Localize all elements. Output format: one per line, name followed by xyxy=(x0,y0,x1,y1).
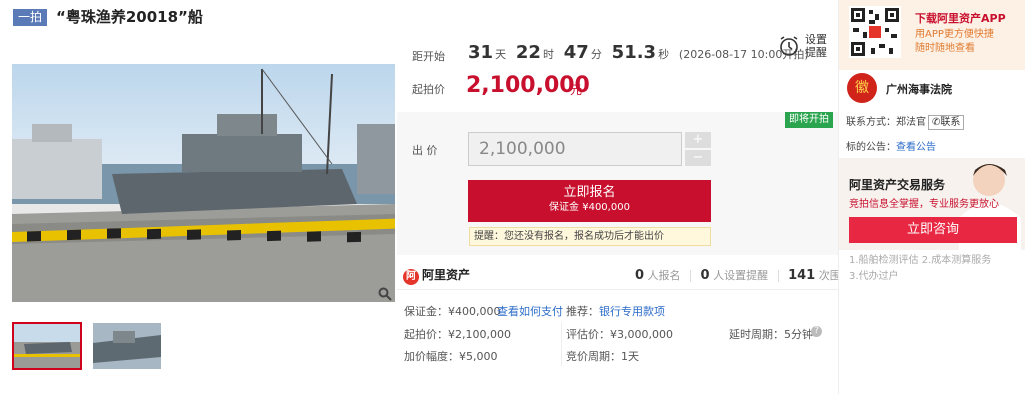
signup-button[interactable]: 立即报名 保证金 ¥400,000 xyxy=(468,180,711,222)
service-subtitle: 竞拍信息全掌握，专业服务更放心 xyxy=(849,199,999,210)
seconds-unit: 秒 xyxy=(658,48,670,61)
notice-label: 标的公告： xyxy=(846,142,896,153)
countdown-hours: 22 xyxy=(515,42,541,63)
app-promo-line1: 用APP更方便快捷 xyxy=(915,29,994,40)
platform-name: 阿里资产 xyxy=(422,268,471,282)
increment-info: 加价幅度：¥5,000 xyxy=(404,350,498,363)
signup-label: 立即报名 xyxy=(563,185,616,200)
view-notice-link[interactable]: 查看公告 xyxy=(896,142,936,153)
service-items-line1: 1.船舶检测评估 2.成本测算服务 xyxy=(849,255,992,266)
main-ship-photo[interactable] xyxy=(12,64,395,302)
countdown-label: 距开始 xyxy=(412,50,445,63)
reminder-line2: 提醒 xyxy=(805,46,827,59)
alarm-clock-icon[interactable] xyxy=(778,35,800,60)
search-icon[interactable] xyxy=(378,287,392,301)
start-price-label: 起拍价 xyxy=(412,83,445,96)
service-items-line2: 3.代办过户 xyxy=(849,271,899,282)
auction-summary xyxy=(397,28,839,112)
status-badge: 即将开拍 xyxy=(785,112,833,128)
bank-payment-link[interactable]: 银行专用款项 xyxy=(599,303,665,319)
countdown-seconds: 51.3 xyxy=(611,42,657,63)
registered-count: 0 xyxy=(635,268,645,283)
deposit-info: 保证金：¥400,000 xyxy=(404,305,501,318)
thumbnail-2[interactable] xyxy=(92,322,162,370)
start-price-unit: 元 xyxy=(570,83,583,97)
appraisal-info: 评估价：¥3,000,000 xyxy=(566,328,673,341)
days-unit: 天 xyxy=(495,48,507,61)
set-reminder-button[interactable]: 设置 提醒 xyxy=(805,33,827,59)
signup-tip: 提醒：您还没有报名，报名成功后才能出价 xyxy=(469,227,711,246)
app-promo-text: 用APP更方便快捷 随时随地查看 xyxy=(915,28,994,56)
court-name[interactable]: 广州海事法院 xyxy=(886,81,952,97)
notice-row: 标的公告：查看公告 xyxy=(846,138,936,153)
auction-round-tag: 一拍 xyxy=(13,9,48,26)
countdown-days: 31 xyxy=(468,42,494,63)
increase-bid-button[interactable]: + xyxy=(685,132,711,148)
recommend-label: 推荐： xyxy=(566,305,599,318)
how-to-pay-link[interactable]: 查看如何支付 xyxy=(497,303,563,319)
reminders-label: 人设置提醒 xyxy=(713,269,769,282)
divider xyxy=(397,289,838,290)
start-price-info: 起拍价：¥2,100,000 xyxy=(404,328,511,341)
views-count: 141 xyxy=(788,268,816,283)
countdown-minutes: 47 xyxy=(563,42,589,63)
reminder-line1: 设置 xyxy=(805,33,827,46)
platform-logo: 阿阿里资产 xyxy=(403,266,470,285)
court-emblem-icon: 徽 xyxy=(847,73,877,103)
countdown-timer: 31 天 22 时 47 分 51.3 秒 (2026-08-17 10:00开拍) xyxy=(468,42,809,63)
divider xyxy=(561,322,562,366)
service-title: 阿里资产交易服务 xyxy=(849,178,946,192)
app-promo-line2: 随时随地查看 xyxy=(915,43,975,54)
minutes-unit: 分 xyxy=(590,48,602,61)
decrease-bid-button[interactable]: − xyxy=(685,150,711,166)
consult-button[interactable]: 立即咨询 xyxy=(849,217,1017,243)
app-promo-title: 下载阿里资产APP xyxy=(915,12,1006,25)
reminders-count: 0 xyxy=(700,268,710,283)
contact-button[interactable]: ✆联系 xyxy=(928,115,965,130)
contact-label: 联系方式：郑法官 xyxy=(846,117,926,128)
contact-row: 联系方式：郑法官 ✆联系 xyxy=(846,113,965,130)
delay-period-info: 延时周期：5分钟 xyxy=(729,328,813,341)
platform-logo-icon: 阿 xyxy=(403,269,419,285)
bid-period-info: 竞价周期：1天 xyxy=(566,350,639,363)
bid-label: 出 价 xyxy=(412,144,438,157)
qr-code-icon xyxy=(849,6,901,58)
page-title: “粤珠渔养20018”船 xyxy=(56,8,203,26)
thumbnail-1[interactable] xyxy=(12,322,82,370)
bid-amount-input[interactable]: 2,100,000 xyxy=(468,132,682,166)
contact-button-label: 联系 xyxy=(940,117,961,128)
question-icon[interactable]: ? xyxy=(811,326,822,337)
registered-label: 人报名 xyxy=(647,269,681,282)
hours-unit: 时 xyxy=(542,48,554,61)
auction-stats: 0 人报名 0 人设置提醒 141 次围观 xyxy=(635,267,852,283)
signup-deposit: 保证金 ¥400,000 xyxy=(549,202,630,213)
service-list: 1.船舶检测评估 2.成本测算服务 3.代办过户 xyxy=(849,253,991,285)
